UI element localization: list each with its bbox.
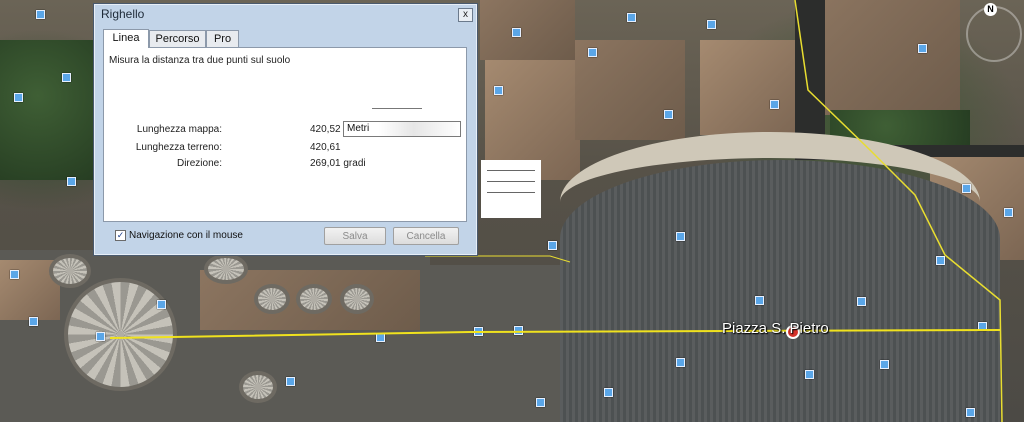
- map-length-value: 420,52: [310, 124, 341, 135]
- heading-label: Direzione:: [176, 158, 222, 169]
- map-length-label: Lunghezza mappa:: [136, 124, 222, 135]
- ground-length-label: Lunghezza terreno:: [135, 142, 222, 153]
- tab-percorso[interactable]: Percorso: [149, 30, 206, 47]
- unit-select[interactable]: Metri: [343, 121, 461, 137]
- save-button[interactable]: Salva: [324, 227, 386, 245]
- mouse-navigation-label[interactable]: Navigazione con il mouse: [129, 230, 243, 241]
- description-text: Misura la distanza tra due punti sul suo…: [109, 55, 291, 66]
- clear-button[interactable]: Cancella: [393, 227, 459, 245]
- boundary-line: [425, 255, 571, 263]
- tab-pro[interactable]: Pro: [206, 30, 239, 47]
- ruler-dialog: Righello x Linea Percorso Pro Misura la …: [93, 3, 478, 256]
- heading-value: 269,01 gradi: [310, 158, 366, 169]
- compass-control[interactable]: N: [964, 0, 1024, 70]
- dialog-title: Righello: [101, 7, 145, 21]
- place-label[interactable]: Piazza S. Pietro: [722, 320, 829, 337]
- dialog-titlebar[interactable]: Righello x: [94, 4, 477, 24]
- divider: [372, 108, 422, 109]
- close-button[interactable]: x: [458, 8, 473, 22]
- mouse-navigation-checkbox[interactable]: ✓: [115, 230, 126, 241]
- overlay-fragment: [481, 160, 541, 218]
- ground-length-value: 420,61: [310, 142, 341, 153]
- north-icon[interactable]: N: [984, 3, 997, 16]
- tab-linea[interactable]: Linea: [103, 29, 149, 48]
- tab-panel: Misura la distanza tra due punti sul suo…: [103, 47, 467, 222]
- ruler-line: [109, 329, 1001, 339]
